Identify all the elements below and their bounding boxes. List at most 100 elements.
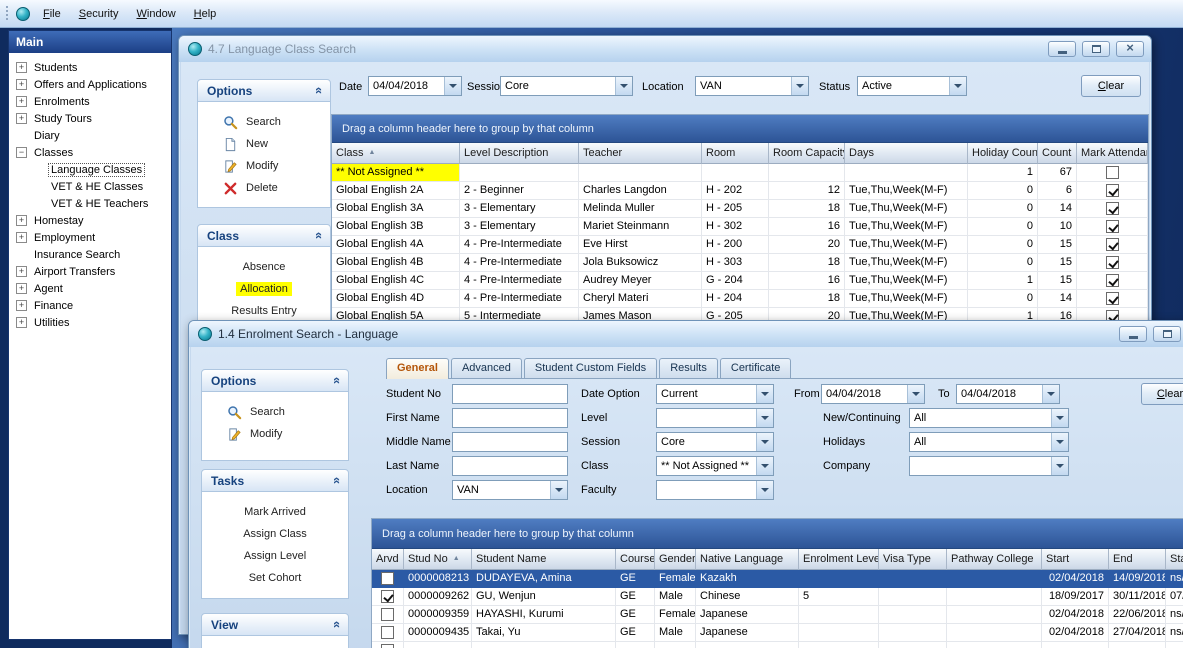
- class-grid-column-header-days[interactable]: Days: [845, 143, 968, 164]
- arrived-checkbox[interactable]: [381, 572, 394, 585]
- tab-student-custom-fields[interactable]: Student Custom Fields: [524, 358, 657, 378]
- level-combo[interactable]: [656, 408, 774, 428]
- enrolment-grid-column-header-enrolment-level[interactable]: Enrolment Level: [799, 549, 879, 570]
- options-link-search[interactable]: Search: [202, 401, 348, 423]
- enrolment-grid-group-by-bar[interactable]: Drag a column header here to group by th…: [372, 519, 1183, 549]
- attendance-checkbox[interactable]: [1106, 274, 1119, 287]
- date-option-dropdown-icon[interactable]: [756, 385, 773, 403]
- student-no-input[interactable]: [452, 384, 568, 404]
- options-link-search[interactable]: Search: [198, 111, 330, 133]
- expand-icon[interactable]: +: [16, 62, 27, 73]
- session-filter-combo[interactable]: Core: [500, 76, 633, 96]
- class-grid-row[interactable]: Global English 4D4 - Pre-IntermediateChe…: [332, 290, 1148, 308]
- menu-item-window[interactable]: Window: [128, 4, 185, 24]
- tree-item-vet-he-teachers[interactable]: VET & HE Teachers: [9, 195, 171, 212]
- tree-item-finance[interactable]: +Finance: [9, 297, 171, 314]
- tree-item-diary[interactable]: Diary: [9, 127, 171, 144]
- clear-button[interactable]: Clear: [1141, 383, 1183, 405]
- arrived-checkbox[interactable]: [381, 608, 394, 621]
- date-option-combo[interactable]: Current: [656, 384, 774, 404]
- options-link-modify[interactable]: Modify: [202, 423, 348, 445]
- expand-icon[interactable]: +: [16, 266, 27, 277]
- class-grid-row[interactable]: Global English 4A4 - Pre-IntermediateEve…: [332, 236, 1148, 254]
- from-date-dropdown-icon[interactable]: [907, 385, 924, 403]
- options-panel-header[interactable]: Options: [201, 369, 349, 392]
- class-dropdown-icon[interactable]: [756, 457, 773, 475]
- first-name-input[interactable]: [452, 408, 568, 428]
- enrolment-grid-column-header-stud-no[interactable]: Stud No▲: [404, 549, 472, 570]
- tasks-panel-header[interactable]: Tasks: [201, 469, 349, 492]
- task-link-assign-class[interactable]: Assign Class: [202, 523, 348, 545]
- expand-icon[interactable]: +: [16, 300, 27, 311]
- class-link-results-entry[interactable]: Results Entry: [198, 300, 330, 322]
- window2-restore-button[interactable]: [1153, 326, 1181, 342]
- enrolment-grid-column-header-native-language[interactable]: Native Language: [696, 549, 799, 570]
- status-filter-dropdown-icon[interactable]: [949, 77, 966, 95]
- new-continuing-dropdown-icon[interactable]: [1051, 409, 1068, 427]
- tree-item-insurance-search[interactable]: Insurance Search: [9, 246, 171, 263]
- attendance-checkbox[interactable]: [1106, 256, 1119, 269]
- company-dropdown-icon[interactable]: [1051, 457, 1068, 475]
- tree-item-classes[interactable]: −Classes: [9, 144, 171, 161]
- enrolment-grid-column-header-pathway-college[interactable]: Pathway College: [947, 549, 1042, 570]
- options-link-modify[interactable]: Modify: [198, 155, 330, 177]
- tree-item-students[interactable]: +Students: [9, 59, 171, 76]
- enrolment-grid-column-header-gender[interactable]: Gender: [655, 549, 696, 570]
- enrolment-grid-row[interactable]: 0000008213DUDAYEVA, AminaGEFemaleKazakh0…: [372, 570, 1183, 588]
- window1-close-button[interactable]: [1116, 41, 1144, 57]
- enrolment-grid-column-header-sta[interactable]: Sta: [1166, 549, 1183, 570]
- middle-name-input[interactable]: [452, 432, 568, 452]
- tree-item-airport-transfers[interactable]: +Airport Transfers: [9, 263, 171, 280]
- class-grid-group-by-bar[interactable]: Drag a column header here to group by th…: [332, 115, 1148, 143]
- tree-item-utilities[interactable]: +Utilities: [9, 314, 171, 331]
- expand-icon[interactable]: +: [16, 283, 27, 294]
- tree-item-offers-and-applications[interactable]: +Offers and Applications: [9, 76, 171, 93]
- tab-general[interactable]: General: [386, 358, 449, 379]
- tab-results[interactable]: Results: [659, 358, 718, 378]
- options-panel-header[interactable]: Options: [197, 79, 331, 102]
- expand-icon[interactable]: +: [16, 113, 27, 124]
- last-name-input[interactable]: [452, 456, 568, 476]
- session-dropdown-icon[interactable]: [756, 433, 773, 451]
- level-dropdown-icon[interactable]: [756, 409, 773, 427]
- class-link-absence[interactable]: Absence: [198, 256, 330, 278]
- window2-minimize-button[interactable]: [1119, 326, 1147, 342]
- clear-button[interactable]: Clear: [1081, 75, 1141, 97]
- attendance-checkbox[interactable]: [1106, 220, 1119, 233]
- attendance-checkbox[interactable]: [1106, 166, 1119, 179]
- session-filter-dropdown-icon[interactable]: [615, 77, 632, 95]
- enrolment-grid-row[interactable]: [372, 642, 1183, 648]
- class-grid-row[interactable]: ** Not Assigned **167: [332, 164, 1148, 182]
- attendance-checkbox[interactable]: [1106, 238, 1119, 251]
- window1-maximize-button[interactable]: [1082, 41, 1110, 57]
- class-grid-column-header-room[interactable]: Room: [702, 143, 769, 164]
- options-link-new[interactable]: New: [198, 133, 330, 155]
- enrolment-grid-row[interactable]: 0000009435Takai, YuGEMaleJapanese02/04/2…: [372, 624, 1183, 642]
- date-filter-combo[interactable]: 04/04/2018: [368, 76, 462, 96]
- tab-certificate[interactable]: Certificate: [720, 358, 792, 378]
- class-grid-column-header-level-description[interactable]: Level Description: [460, 143, 579, 164]
- arrived-checkbox[interactable]: [381, 644, 394, 648]
- window2-titlebar[interactable]: 1.4 Enrolment Search - Language: [189, 321, 1183, 347]
- tree-item-study-tours[interactable]: +Study Tours: [9, 110, 171, 127]
- to-date-combo[interactable]: 04/04/2018: [956, 384, 1060, 404]
- expand-icon[interactable]: +: [16, 79, 27, 90]
- arrived-checkbox[interactable]: [381, 590, 394, 603]
- class-grid-row[interactable]: Global English 4B4 - Pre-IntermediateJol…: [332, 254, 1148, 272]
- class-grid-column-header-holiday-count[interactable]: Holiday Count: [968, 143, 1038, 164]
- location-filter-combo[interactable]: VAN: [695, 76, 809, 96]
- class-link-allocation[interactable]: Allocation: [198, 278, 330, 300]
- menu-item-file[interactable]: File: [34, 4, 70, 24]
- location-combo[interactable]: VAN: [452, 480, 568, 500]
- expand-icon[interactable]: +: [16, 317, 27, 328]
- tree-item-homestay[interactable]: +Homestay: [9, 212, 171, 229]
- task-link-assign-level[interactable]: Assign Level: [202, 545, 348, 567]
- menu-item-security[interactable]: Security: [70, 4, 128, 24]
- task-link-set-cohort[interactable]: Set Cohort: [202, 567, 348, 589]
- toolbar-grip[interactable]: [5, 5, 10, 22]
- window1-titlebar[interactable]: 4.7 Language Class Search: [179, 36, 1151, 62]
- collapse-icon[interactable]: −: [16, 147, 27, 158]
- attendance-checkbox[interactable]: [1106, 184, 1119, 197]
- faculty-dropdown-icon[interactable]: [756, 481, 773, 499]
- options-link-delete[interactable]: Delete: [198, 177, 330, 199]
